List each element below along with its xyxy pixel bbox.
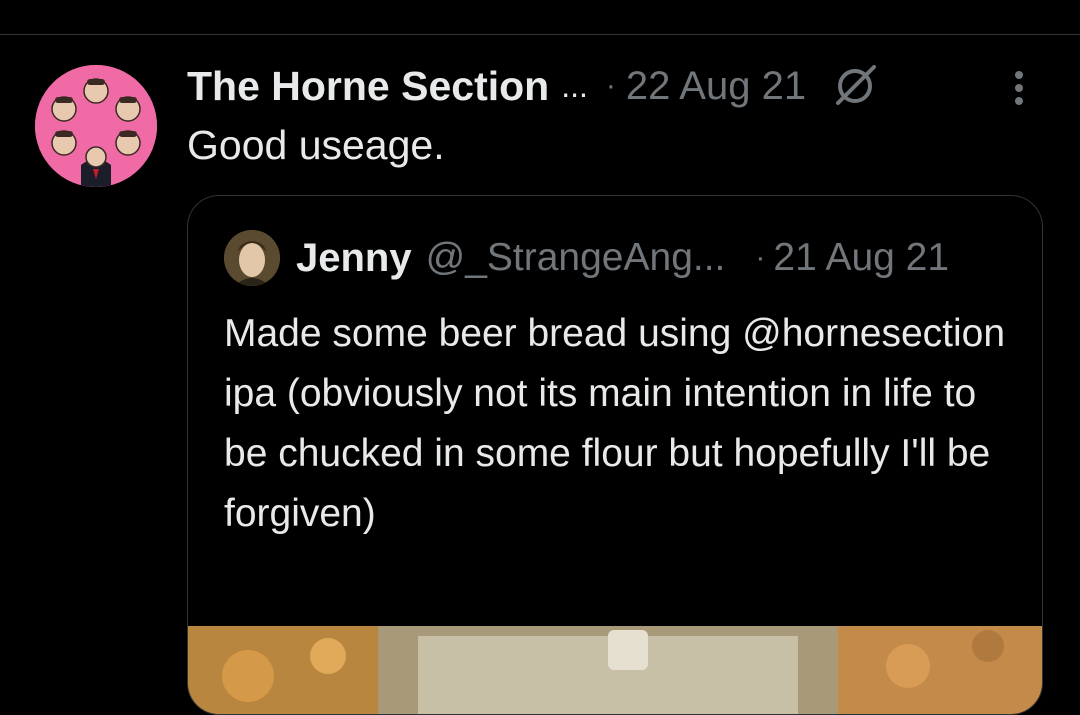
quote-separator-dot: · (755, 241, 766, 274)
tweet-date[interactable]: 22 Aug 21 (626, 64, 806, 109)
quote-header: Jenny @_StrangeAng... · 21 Aug 21 (224, 230, 949, 286)
tweet-text: Good useage. (187, 122, 445, 168)
quote-handle[interactable]: @_StrangeAng... (426, 236, 726, 280)
separator-dot: · (605, 69, 616, 102)
name-ellipsis: ... (561, 67, 588, 104)
author-display-name[interactable]: The Horne Section (187, 63, 549, 110)
quote-date[interactable]: 21 Aug 21 (773, 236, 949, 280)
quote-media-image[interactable] (188, 626, 1042, 714)
timeline-divider (0, 34, 1080, 35)
quote-avatar (224, 230, 280, 286)
more-vertical-icon[interactable] (1010, 69, 1028, 109)
grok-icon[interactable] (832, 63, 878, 109)
quote-text: Made some beer bread using @hornesection… (224, 312, 1006, 535)
quote-display-name[interactable]: Jenny (296, 236, 412, 281)
avatar[interactable] (35, 65, 157, 187)
tweet-header: The Horne Section ... · 22 Aug 21 (187, 60, 878, 112)
quote-tweet-card[interactable]: Jenny @_StrangeAng... · 21 Aug 21 Made s… (187, 195, 1043, 715)
